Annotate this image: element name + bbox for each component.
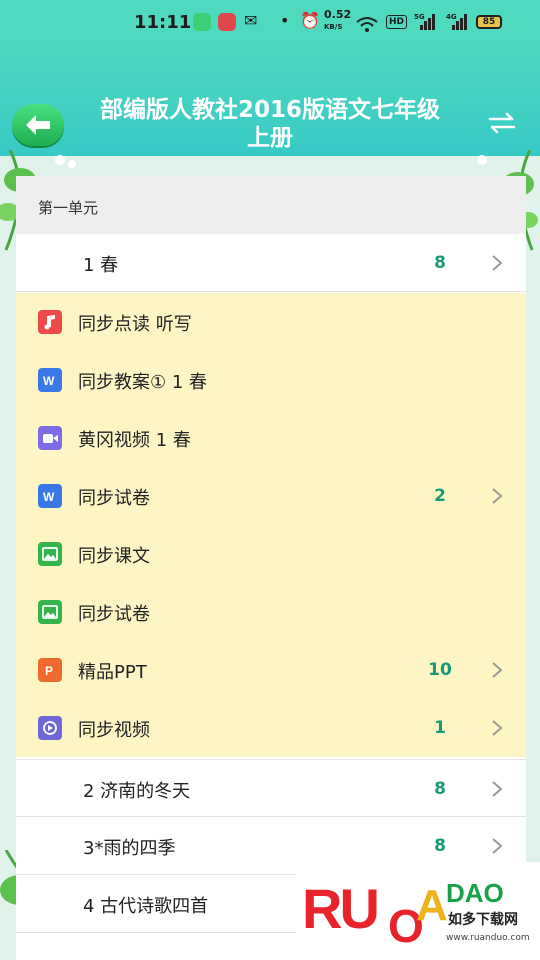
wifi-icon	[356, 17, 378, 32]
resource-title: 同步课文	[78, 546, 150, 567]
resource-row[interactable]: P 精品PPT 10	[16, 641, 526, 699]
resource-row[interactable]: 同步课文	[16, 525, 526, 583]
resource-title: 同步点读 听写	[78, 314, 192, 335]
resource-count: 1	[434, 718, 446, 738]
app-notification-icon	[218, 13, 236, 31]
title-line-1: 部编版人教社2016版语文七年级	[99, 97, 440, 123]
ppt-file-icon: P	[38, 658, 62, 682]
signal-bars-icon	[452, 14, 468, 30]
word-file-icon: W	[38, 368, 62, 392]
chevron-right-icon	[492, 838, 503, 854]
lesson-row[interactable]: 1 春 8	[16, 234, 526, 292]
resource-count: 8	[434, 779, 446, 799]
resource-title: 同步视频	[78, 720, 150, 741]
wechat-icon: ✉	[244, 11, 258, 30]
resource-count: 8	[434, 836, 446, 856]
unit-title: 第一单元	[38, 199, 99, 217]
svg-text:W: W	[43, 374, 55, 388]
image-file-icon	[38, 600, 62, 624]
resource-row[interactable]: W 同步试卷 2	[16, 467, 526, 525]
lesson-title: 4 古代诗歌四首	[83, 896, 209, 917]
status-bar: 11:11 ✉ • ⏰ 0.52 KB/S HD 5G 4G 85	[0, 0, 540, 46]
chevron-right-icon	[492, 781, 503, 797]
resource-row[interactable]: 同步试卷	[16, 583, 526, 641]
page-title: 部编版人教社2016版语文七年级 上册	[70, 96, 470, 152]
lesson-title: 1 春	[83, 255, 119, 276]
alarm-icon: ⏰	[300, 11, 320, 30]
back-arrow-icon	[26, 115, 50, 135]
video-play-icon	[38, 716, 62, 740]
video-file-icon	[38, 426, 62, 450]
dot-icon: •	[280, 11, 290, 30]
lesson-title: 3*雨的四季	[83, 838, 176, 859]
resource-title: 黄冈视频 1 春	[78, 430, 191, 451]
back-button[interactable]	[12, 104, 64, 146]
ruandao-watermark-logo: RU O A DAO 如多下载网 www.ruanduo.com	[296, 862, 540, 960]
net-speed-value: 0.52	[324, 8, 352, 21]
chevron-right-icon	[492, 255, 503, 271]
resource-row[interactable]: 黄冈视频 1 春	[16, 409, 526, 467]
net-speed-unit: KB/S	[324, 23, 343, 31]
chevron-right-icon	[492, 662, 503, 678]
chevron-right-icon	[492, 488, 503, 504]
app-notification-icon	[193, 13, 211, 31]
resource-count: 2	[434, 486, 446, 506]
switch-arrows-icon[interactable]	[486, 110, 518, 136]
hd-badge: HD	[386, 15, 408, 29]
image-file-icon	[38, 542, 62, 566]
chevron-right-icon	[492, 720, 503, 736]
unit-header: 第一单元	[16, 176, 526, 234]
watermark-url: www.ruanduo.com	[446, 933, 530, 943]
resource-title: 同步教案① 1 春	[78, 372, 208, 393]
watermark-cn: 如多下载网	[448, 911, 518, 928]
resource-title: 同步试卷	[78, 488, 150, 509]
lesson-title: 2 济南的冬天	[83, 781, 191, 802]
svg-text:P: P	[45, 664, 53, 678]
music-file-icon	[38, 310, 62, 334]
signal-bars-icon	[420, 14, 436, 30]
resource-row[interactable]: 同步视频 1	[16, 699, 526, 757]
svg-text:A: A	[416, 881, 448, 930]
resource-count: 10	[428, 660, 452, 680]
battery-icon: 85	[476, 15, 502, 29]
title-line-2: 上册	[247, 125, 293, 151]
svg-text:W: W	[43, 490, 55, 504]
lesson-list-panel: 第一单元 1 春 8 同步点读 听写 W 同步教案① 1 春 黄冈视频 1 春 …	[16, 176, 526, 960]
svg-text:DAO: DAO	[446, 878, 504, 908]
resource-title: 精品PPT	[78, 662, 147, 683]
word-file-icon: W	[38, 484, 62, 508]
resource-title: 同步试卷	[78, 604, 150, 625]
resource-count: 8	[434, 253, 446, 273]
clock: 11:11	[134, 12, 192, 33]
svg-text:RU: RU	[302, 877, 377, 940]
resource-row[interactable]: W 同步教案① 1 春	[16, 351, 526, 409]
lesson-row[interactable]: 2 济南的冬天 8	[16, 759, 526, 817]
resource-row[interactable]: 同步点读 听写	[16, 293, 526, 351]
